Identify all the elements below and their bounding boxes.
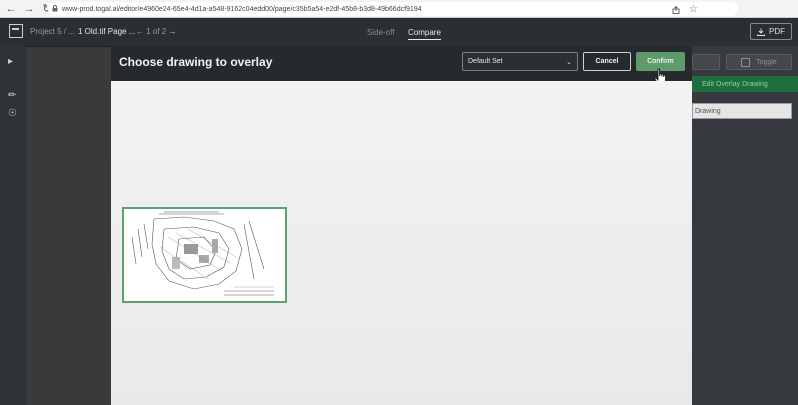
- tab-side-off[interactable]: Side-off: [367, 28, 394, 37]
- browser-toolbar: ← → ↻ www-prod.togal.ai/editor/e4960e24-…: [0, 0, 798, 18]
- anchor-icon[interactable]: ☉: [8, 108, 17, 119]
- breadcrumb-page[interactable]: 1 Old.tif Page ...: [78, 27, 135, 36]
- drawing-set-select[interactable]: Default Set ⌄: [462, 52, 578, 71]
- toggle-button[interactable]: Toggle: [726, 54, 792, 70]
- edit-overlay-drawing-button[interactable]: Edit Overlay Drawing: [692, 76, 798, 92]
- share-icon[interactable]: [672, 6, 680, 14]
- page-count: 1 of 2: [146, 27, 167, 36]
- tab-compare[interactable]: Compare: [408, 28, 441, 40]
- drawing-list: [111, 81, 692, 405]
- right-panel: Toggle Edit Overlay Drawing Drawing: [692, 46, 798, 405]
- drawing-field[interactable]: Drawing: [692, 103, 792, 119]
- arrow-left-icon[interactable]: ←: [136, 27, 144, 36]
- export-pdf-button[interactable]: PDF: [750, 23, 792, 40]
- toggle-label: Toggle: [756, 58, 777, 66]
- arrow-left-icon[interactable]: ←: [4, 2, 18, 16]
- app-header: Project 5 / ... 1 Old.tif Page ... ← 1 o…: [0, 18, 798, 47]
- star-icon[interactable]: ☆: [689, 4, 698, 15]
- arrow-right-icon[interactable]: →: [22, 2, 36, 16]
- chevron-down-icon: ⌄: [566, 59, 572, 66]
- cancel-button[interactable]: Cancel: [583, 52, 631, 71]
- select-cursor-icon[interactable]: ▸: [8, 56, 13, 67]
- lock-icon: [52, 5, 58, 12]
- export-pdf-label: PDF: [769, 27, 785, 36]
- address-bar[interactable]: www-prod.togal.ai/editor/e4960e24-65e4-4…: [48, 2, 738, 16]
- choose-drawing-modal: Choose drawing to overlay Default Set ⌄ …: [111, 46, 692, 405]
- arrow-right-icon[interactable]: →: [168, 27, 176, 36]
- drawing-thumbnail[interactable]: [122, 207, 287, 303]
- modal-title: Choose drawing to overlay: [119, 55, 273, 69]
- breadcrumb-project[interactable]: Project 5 / ...: [30, 27, 75, 36]
- left-toolbar: ▸ ✏ ☉: [0, 46, 26, 405]
- pen-icon[interactable]: ✏: [8, 90, 16, 101]
- url-text: www-prod.togal.ai/editor/e4960e24-65e4-4…: [62, 5, 422, 13]
- panel-button[interactable]: [692, 54, 720, 70]
- modal-header: Choose drawing to overlay Default Set ⌄ …: [111, 46, 692, 86]
- toggle-icon: [741, 57, 751, 67]
- download-icon: [757, 28, 765, 36]
- app-logo-icon[interactable]: [9, 24, 23, 38]
- page-nav[interactable]: ← 1 of 2 →: [136, 27, 176, 36]
- drawing-set-value: Default Set: [468, 58, 503, 65]
- floor-plan-drawing: [124, 209, 285, 301]
